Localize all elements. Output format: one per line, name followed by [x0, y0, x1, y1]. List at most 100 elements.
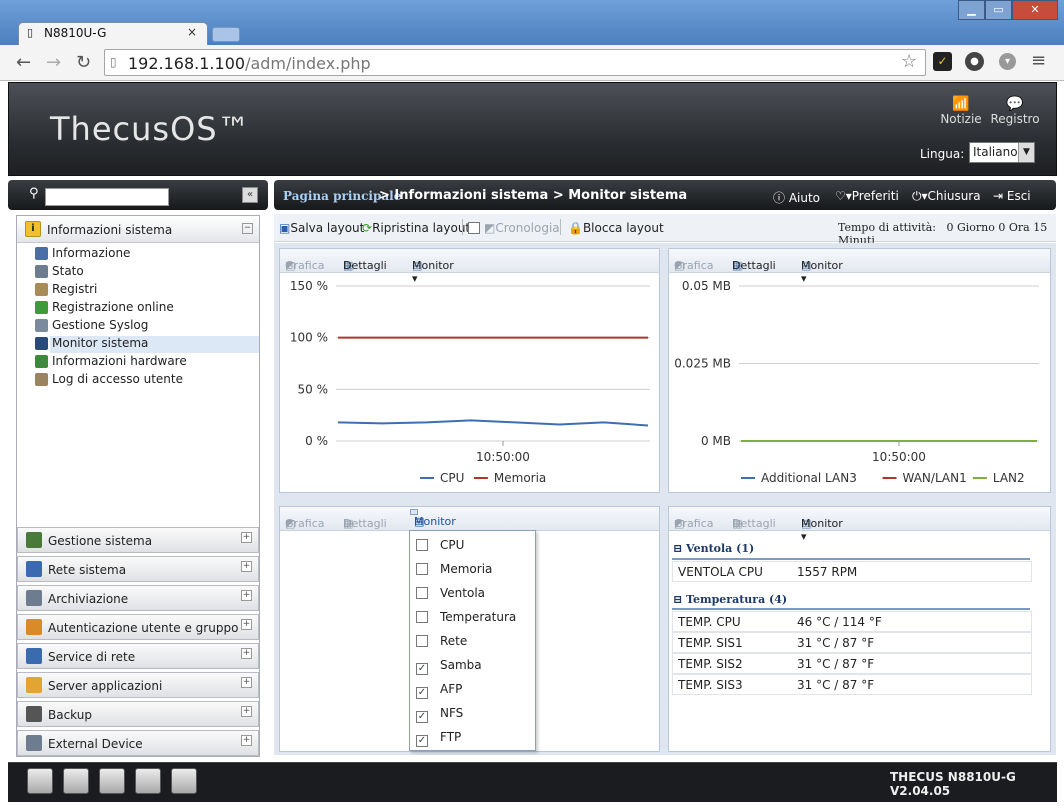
- expand-icon[interactable]: +: [241, 619, 252, 630]
- restore-layout-button[interactable]: ⟳Ripristina layout: [362, 221, 470, 235]
- checkbox[interactable]: [416, 587, 428, 599]
- sidebar-category[interactable]: Gestione sistema +: [17, 527, 259, 553]
- table-row: VENTOLA CPU 1557 RPM: [672, 561, 1032, 582]
- sidebar-item[interactable]: Registri: [52, 282, 97, 296]
- storage-icon[interactable]: [27, 768, 53, 794]
- maximize-button[interactable]: ▭: [985, 0, 1012, 20]
- sidebar-category-label: Service di rete: [48, 650, 136, 664]
- temperature-group-header[interactable]: ⊟ Temperatura (4): [673, 593, 787, 606]
- save-icon: ▣: [279, 221, 291, 235]
- notifications-button[interactable]: 📶 Notizie: [940, 96, 982, 126]
- sidebar-category[interactable]: Autenticazione utente e gruppo +: [17, 614, 259, 640]
- expand-icon[interactable]: +: [241, 677, 252, 688]
- expand-icon[interactable]: +: [241, 532, 252, 543]
- logout-button[interactable]: ⇥ Esci: [993, 189, 1031, 203]
- collapse-icon[interactable]: −: [242, 223, 253, 234]
- expand-icon[interactable]: +: [241, 648, 252, 659]
- monitor-menu-item[interactable]: ✓ AFP: [416, 682, 462, 699]
- monitor-menu-item[interactable]: CPU: [416, 538, 464, 552]
- sidebar-item-icon: [35, 337, 48, 350]
- extension-icon[interactable]: ▾: [999, 53, 1016, 70]
- extension-icon[interactable]: ✓: [933, 52, 952, 71]
- disk-icon[interactable]: [63, 768, 89, 794]
- monitor-menu-item[interactable]: Temperatura: [416, 610, 516, 624]
- save-layout-button[interactable]: ▣Salva layout: [279, 221, 364, 235]
- sidebar-category[interactable]: External Device +: [17, 730, 259, 756]
- monitor-menu-item[interactable]: ✓ Samba: [416, 658, 482, 675]
- sidebar-category[interactable]: Backup +: [17, 701, 259, 727]
- sidebar-category[interactable]: Rete sistema +: [17, 556, 259, 582]
- forward-icon[interactable]: →: [46, 52, 61, 73]
- lock-layout-button[interactable]: 🔒Blocca layout: [568, 221, 664, 235]
- new-tab-button[interactable]: [212, 27, 240, 42]
- log-label: Registro: [990, 112, 1040, 126]
- sidebar-item-icon: [35, 355, 48, 368]
- monitor-menu-item[interactable]: ✓ FTP: [416, 730, 461, 747]
- sidebar-item-icon: [35, 283, 48, 296]
- checkbox[interactable]: ✓: [416, 687, 428, 699]
- sidebar-item[interactable]: Stato: [52, 264, 84, 278]
- category-icon: [26, 619, 42, 635]
- sidebar-item[interactable]: Log di accesso utente: [52, 372, 183, 386]
- expand-icon[interactable]: +: [241, 561, 252, 572]
- checkbox[interactable]: ✓: [416, 735, 428, 747]
- table-row: TEMP. SIS2 31 °C / 87 °F: [672, 653, 1032, 674]
- y-tick-label: 0.05 MB: [682, 279, 731, 293]
- y-tick-label: 100 %: [290, 331, 328, 345]
- monitor-menu-item[interactable]: Memoria: [416, 562, 492, 576]
- favorites-button[interactable]: ♡▾Preferiti: [835, 189, 899, 203]
- sidebar-category-label: Autenticazione utente e gruppo: [48, 621, 239, 635]
- sidebar-item[interactable]: Gestione Syslog: [52, 318, 148, 332]
- sidebar-section-header[interactable]: i Informazioni sistema −: [17, 216, 259, 243]
- thermometer-icon[interactable]: [135, 768, 161, 794]
- fan-icon[interactable]: [99, 768, 125, 794]
- monitor-dropdown[interactable]: ▤Monitor ▾: [410, 509, 456, 541]
- expand-icon[interactable]: +: [241, 735, 252, 746]
- log-button[interactable]: 💬 Registro: [990, 96, 1040, 126]
- x-tick-label: 10:50:00: [872, 450, 926, 464]
- expand-icon[interactable]: +: [241, 706, 252, 717]
- shutdown-button[interactable]: ⏻▾Chiusura: [912, 189, 981, 204]
- fan-group-header[interactable]: ⊟ Ventola (1): [673, 542, 754, 555]
- sidebar-item[interactable]: Registrazione online: [52, 300, 174, 314]
- reload-icon[interactable]: ↻: [76, 52, 91, 73]
- monitor-menu-item[interactable]: Rete: [416, 634, 467, 648]
- url-text[interactable]: 192.168.1.100/adm/index.php: [128, 54, 371, 73]
- monitor-menu-item[interactable]: Ventola: [416, 586, 485, 600]
- checkbox[interactable]: [416, 539, 428, 551]
- menu-icon[interactable]: ≡: [1031, 50, 1046, 71]
- sidebar-category[interactable]: Service di rete +: [17, 643, 259, 669]
- sidebar-category[interactable]: Server applicazioni +: [17, 672, 259, 698]
- extension-off-icon[interactable]: ●: [965, 52, 984, 71]
- checkbox[interactable]: [416, 563, 428, 575]
- sidebar-item[interactable]: Informazioni hardware: [52, 354, 187, 368]
- lock-icon: 🔒: [568, 221, 583, 235]
- collapse-sidebar-icon[interactable]: «: [242, 187, 258, 203]
- network-icon[interactable]: [171, 768, 197, 794]
- back-icon[interactable]: ←: [16, 52, 31, 73]
- sidebar-category-label: Rete sistema: [48, 563, 127, 577]
- history-checkbox[interactable]: [468, 221, 483, 235]
- expand-icon[interactable]: +: [241, 590, 252, 601]
- star-icon[interactable]: ☆: [901, 51, 917, 72]
- sidebar-category-label: External Device: [48, 737, 143, 751]
- legend-label: Additional LAN3: [761, 471, 857, 485]
- sidebar-item[interactable]: Informazione: [52, 246, 130, 260]
- checkbox[interactable]: ✓: [416, 711, 428, 723]
- tab-close-icon[interactable]: ×: [187, 25, 197, 39]
- checkbox[interactable]: [416, 611, 428, 623]
- close-window-button[interactable]: ✕: [1012, 0, 1058, 20]
- checkbox[interactable]: [416, 635, 428, 647]
- minimize-button[interactable]: ▁: [958, 0, 985, 20]
- monitor-menu-item[interactable]: ✓ NFS: [416, 706, 463, 723]
- sidebar-category[interactable]: Archiviazione +: [17, 585, 259, 611]
- sidebar-item-icon: [35, 319, 48, 332]
- checkbox[interactable]: ✓: [416, 663, 428, 675]
- search-input[interactable]: [45, 188, 169, 206]
- sidebar-item[interactable]: Monitor sistema: [52, 336, 148, 350]
- help-button[interactable]: ⓘ Aiuto: [773, 189, 820, 206]
- sidebar-section-label: Informazioni sistema: [47, 223, 173, 237]
- language-select[interactable]: Italiano ▼: [969, 142, 1035, 163]
- history-button[interactable]: ◩Cronologia: [484, 221, 560, 235]
- chart-icon: ◩: [484, 221, 496, 235]
